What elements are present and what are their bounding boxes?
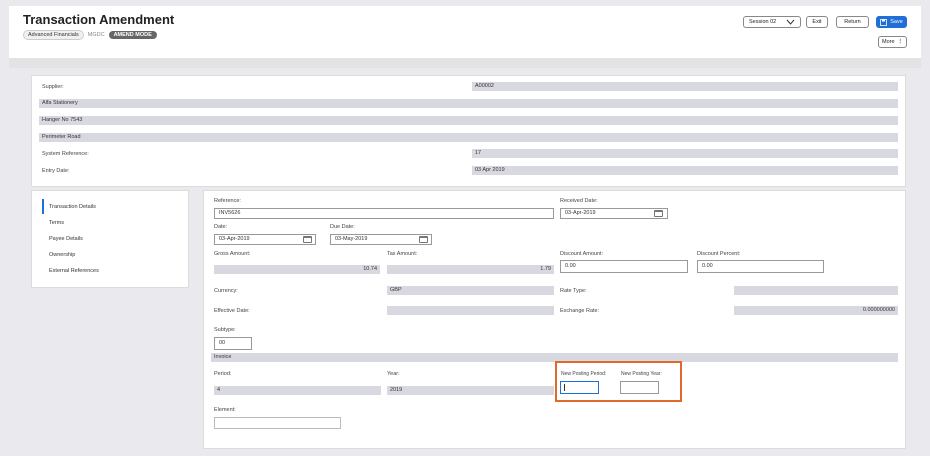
- calendar-icon[interactable]: [303, 236, 312, 243]
- session-label: Session 02: [749, 19, 777, 25]
- rate-type-label: Rate Type:: [560, 288, 587, 294]
- reference-input[interactable]: INV5626: [214, 208, 554, 219]
- effective-date-value: [387, 306, 554, 315]
- page-header: Transaction Amendment Advanced Financial…: [9, 6, 921, 58]
- due-date-input[interactable]: 03-May-2019: [330, 234, 432, 245]
- chevron-down-icon: [786, 19, 795, 25]
- subtype-label: Subtype:: [214, 327, 236, 333]
- due-date-label: Due Date:: [330, 224, 355, 230]
- rate-type-value: [734, 286, 898, 295]
- calendar-icon[interactable]: [654, 210, 663, 217]
- period-label: Period:: [214, 371, 232, 377]
- supplier-label: Supplier:: [42, 84, 64, 90]
- received-date-input[interactable]: 03-Apr-2019: [560, 208, 668, 219]
- effective-date-label: Effective Date:: [214, 308, 250, 314]
- exchange-rate-value: 0.000000000: [734, 306, 898, 315]
- gross-amount-value: 10.74: [214, 265, 380, 274]
- received-date-value: 03-Apr-2019: [565, 210, 596, 216]
- more-label: More: [881, 39, 895, 45]
- due-date-value: 03-May-2019: [335, 236, 368, 242]
- supplier-code: A00002: [472, 82, 898, 91]
- new-posting-year-label: New Posting Year:: [621, 371, 662, 377]
- currency-label: Currency:: [214, 288, 238, 294]
- nav-item-transaction-details[interactable]: Transaction Details: [49, 204, 96, 210]
- tax-amount-label: Tax Amount:: [387, 251, 418, 257]
- breadcrumb: Advanced Financials MGDC AMEND MODE: [23, 30, 157, 40]
- supplier-address-1: Hanger No 7543: [39, 116, 898, 125]
- reference-label: Reference:: [214, 198, 241, 204]
- element-input[interactable]: [214, 417, 341, 429]
- year-value: 2019: [387, 386, 554, 395]
- discount-percent-label: Discount Percent:: [697, 251, 741, 257]
- more-button[interactable]: More ⋮: [878, 36, 907, 48]
- year-label: Year:: [387, 371, 400, 377]
- page-title: Transaction Amendment: [23, 12, 175, 27]
- nav-item-payee-details[interactable]: Payee Details: [49, 236, 83, 242]
- save-button[interactable]: Save: [876, 16, 907, 28]
- transaction-details-card: [203, 190, 906, 449]
- discount-amount-input[interactable]: 0.00: [560, 260, 688, 273]
- entry-date-value: 03 Apr 2019: [472, 166, 898, 175]
- tax-amount-value: 1.79: [387, 265, 554, 274]
- subtype-input[interactable]: 00: [214, 337, 252, 350]
- mode-badge: AMEND MODE: [108, 31, 157, 39]
- calendar-icon[interactable]: [419, 236, 428, 243]
- session-select[interactable]: Session 02: [743, 16, 801, 28]
- nav-item-external-references[interactable]: External References: [49, 268, 99, 274]
- new-posting-year-input[interactable]: [620, 381, 659, 394]
- exchange-rate-label: Exchange Rate:: [560, 308, 600, 314]
- save-icon: [880, 18, 888, 26]
- return-button[interactable]: Return: [836, 16, 869, 28]
- nav-item-terms[interactable]: Terms: [49, 220, 64, 226]
- toolbar-band: [9, 58, 921, 68]
- company-code: MGDC: [87, 32, 105, 38]
- date-label: Date:: [214, 224, 228, 230]
- received-date-label: Received Date:: [560, 198, 598, 204]
- element-label: Element:: [214, 407, 236, 413]
- new-posting-period-label: New Posting Period:: [561, 371, 607, 377]
- currency-value: GBP: [387, 286, 554, 295]
- date-input[interactable]: 03-Apr-2019: [214, 234, 316, 245]
- text-cursor: [564, 384, 565, 391]
- nav-item-ownership[interactable]: Ownership: [49, 252, 75, 258]
- date-value: 03-Apr-2019: [219, 236, 250, 242]
- app-badge[interactable]: Advanced Financials: [23, 30, 84, 40]
- period-value: 4: [214, 386, 381, 395]
- save-label: Save: [890, 19, 903, 25]
- system-reference-label: System Reference:: [42, 151, 89, 157]
- kebab-icon: ⋮: [897, 39, 904, 45]
- entry-date-label: Entry Date:: [42, 168, 70, 174]
- gross-amount-label: Gross Amount:: [214, 251, 251, 257]
- supplier-name: Alfa Stationery: [39, 99, 898, 108]
- discount-percent-input[interactable]: 0.00: [697, 260, 824, 273]
- supplier-address-2: Perimeter Road: [39, 133, 898, 142]
- system-reference-value: 17: [472, 149, 898, 158]
- nav-active-indicator: [42, 199, 44, 214]
- new-posting-period-input[interactable]: [560, 381, 599, 394]
- exit-button[interactable]: Exit: [806, 16, 828, 28]
- discount-amount-label: Discount Amount:: [560, 251, 604, 257]
